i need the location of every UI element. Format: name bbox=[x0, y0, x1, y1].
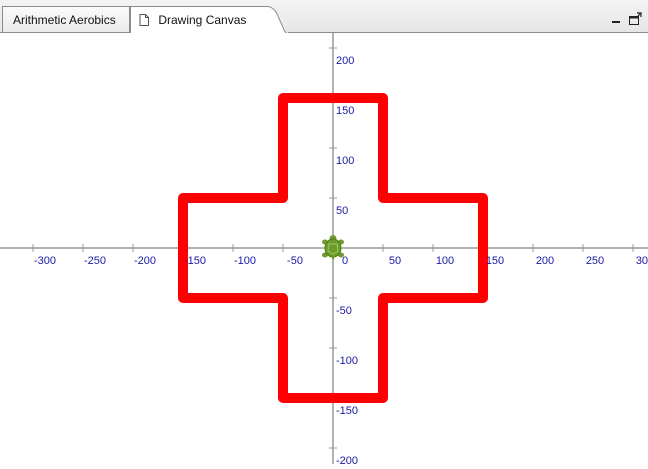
x-tick-label: 100 bbox=[436, 255, 454, 267]
y-tick-label: 100 bbox=[336, 155, 354, 167]
x-tick-label: -250 bbox=[84, 255, 106, 267]
y-tick-label: -150 bbox=[336, 405, 358, 417]
y-tick-label: -100 bbox=[336, 355, 358, 367]
y-tick-label: -200 bbox=[336, 455, 358, 464]
x-tick-label: -100 bbox=[234, 255, 256, 267]
tab-label: Drawing Canvas bbox=[158, 13, 247, 27]
x-tick-label: 50 bbox=[389, 255, 401, 267]
canvas-svg: -300 -250 -200 -150 -100 -50 0 50 100 150 200 250 30… bbox=[0, 33, 648, 467]
document-icon bbox=[139, 13, 149, 26]
tab-drawing-canvas[interactable]: Drawing Canvas bbox=[130, 6, 287, 33]
x-tick-label: 150 bbox=[486, 255, 504, 267]
x-tick-label: -50 bbox=[287, 255, 303, 267]
minimize-icon[interactable] bbox=[610, 12, 624, 26]
tab-edge bbox=[265, 6, 287, 33]
x-tick-label: 250 bbox=[586, 255, 604, 267]
x-tick-label: 300 bbox=[636, 255, 648, 267]
x-tick-label: -300 bbox=[34, 255, 56, 267]
tab-label: Arithmetic Aerobics bbox=[13, 13, 116, 27]
tab-bar: Arithmetic Aerobics Drawing Canvas bbox=[0, 0, 648, 33]
x-tick-label: 200 bbox=[536, 255, 554, 267]
drawing-canvas[interactable]: -300 -250 -200 -150 -100 -50 0 50 100 150 200 250 30… bbox=[0, 33, 648, 467]
turtle-icon bbox=[322, 235, 344, 261]
turtle-tail bbox=[331, 256, 335, 261]
x-tick-label: -150 bbox=[184, 255, 206, 267]
x-tick-label: -200 bbox=[134, 255, 156, 267]
tab-arithmetic-aerobics[interactable]: Arithmetic Aerobics bbox=[2, 6, 130, 33]
y-tick-label: -50 bbox=[336, 305, 352, 317]
y-tick-label: 200 bbox=[336, 55, 354, 67]
popout-icon[interactable] bbox=[628, 12, 642, 26]
y-tick-label: 150 bbox=[336, 105, 354, 117]
y-tick-label: 50 bbox=[336, 205, 348, 217]
